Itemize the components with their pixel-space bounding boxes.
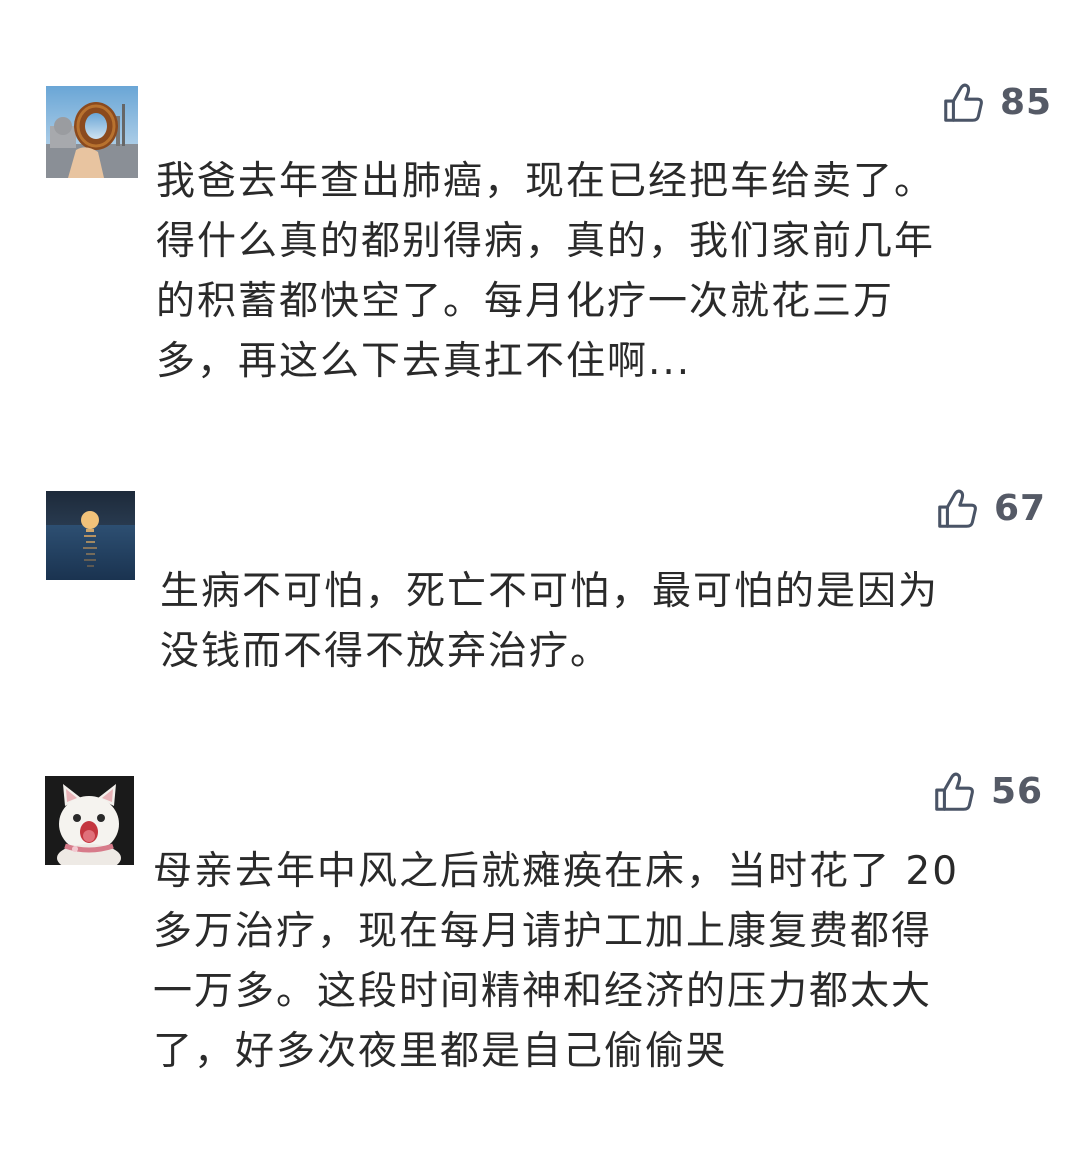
moon-over-sea-avatar [46,491,135,580]
thumbs-up-icon [935,772,974,811]
like-button[interactable]: 67 [934,484,1046,534]
comment-line: 了，好多次夜里都是自己偷偷哭 [153,1029,728,1074]
comment-line: 我爸去年查出肺癌，现在已经把车给卖了。 [156,159,936,204]
comment-line: 生病不可怕，死亡不可怕，最可怕的是因为 [160,569,940,614]
avatar[interactable] [46,491,135,580]
avatar[interactable] [46,86,138,178]
like-count: 85 [1000,82,1053,123]
like-button[interactable]: 56 [931,767,1043,817]
white-cat-avatar [45,776,134,865]
comment-line: 的积蓄都快空了。每月化疗一次就花三万 [156,279,895,324]
avatar[interactable] [45,776,134,865]
like-button[interactable]: 85 [940,78,1052,128]
like-count: 56 [991,771,1044,812]
comment-line: 得什么真的都别得病，真的，我们家前几年 [156,219,936,264]
comment-line: 母亲去年中风之后就瘫痪在床，当时花了 20 [153,849,960,894]
comment-text: 我爸去年查出肺癌，现在已经把车给卖了。 得什么真的都别得病，真的，我们家前几年 … [156,152,935,392]
comment-text: 母亲去年中风之后就瘫痪在床，当时花了 20 多万治疗，现在每月请护工加上康复费都… [153,842,959,1082]
thumbs-up-icon [938,489,977,528]
comment-text: 生病不可怕，死亡不可怕，最可怕的是因为 没钱而不得不放弃治疗。 [160,562,939,682]
comment-line: 多，再这么下去真扛不住啊... [156,339,692,384]
comment-line: 没钱而不得不放弃治疗。 [160,629,612,674]
thumbs-up-icon [944,83,983,122]
bagel-photo-avatar [46,86,138,178]
comment-line: 多万治疗，现在每月请护工加上康复费都得 [153,909,933,954]
comment-line: 一万多。这段时间精神和经济的压力都太大 [153,969,933,1014]
like-count: 67 [994,488,1047,529]
